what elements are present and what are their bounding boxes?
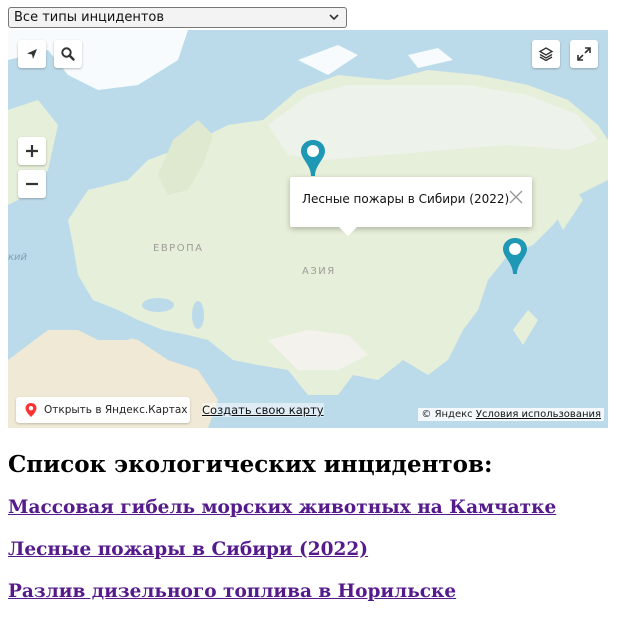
chevron-down-icon	[329, 14, 339, 21]
location-pin-icon	[25, 403, 37, 417]
geolocation-icon	[27, 49, 37, 59]
zoom-in-button[interactable]	[18, 137, 46, 165]
list-item: Массовая гибель морских животных на Камч…	[8, 497, 556, 539]
list-item: Лесные пожары в Сибири (2022)	[8, 539, 556, 581]
list-item: Разлив дизельного топлива в Норильске	[8, 581, 556, 623]
map-copyright: © Яндекс Условия использования	[418, 408, 604, 421]
map-balloon: Лесные пожары в Сибири (2022)	[290, 177, 532, 236]
map-search-button[interactable]	[54, 40, 82, 68]
map-pin-kamchatka[interactable]	[501, 236, 529, 276]
zoom-out-icon	[26, 182, 38, 186]
close-icon[interactable]	[508, 189, 524, 205]
open-in-yandex-button[interactable]: Открыть в Яндекс.Картах	[16, 397, 190, 423]
incident-link[interactable]: Лесные пожары в Сибири (2022)	[8, 539, 368, 560]
open-in-yandex-label: Открыть в Яндекс.Картах	[44, 404, 188, 416]
map-pin-norilsk[interactable]	[299, 138, 327, 178]
incident-link[interactable]: Разлив дизельного топлива в Норильске	[8, 581, 456, 602]
zoom-control	[18, 137, 46, 199]
fullscreen-icon	[577, 47, 591, 61]
layers-icon	[538, 47, 554, 62]
balloon-title: Лесные пожары в Сибири (2022)	[302, 192, 510, 206]
terms-link[interactable]: Условия использования	[476, 409, 601, 420]
geolocation-button[interactable]	[18, 40, 46, 68]
incident-type-select-value: Все типы инцидентов	[14, 10, 165, 25]
incidents-list: Массовая гибель морских животных на Камч…	[8, 497, 556, 623]
yandex-map[interactable]: ЕВРОПА АЗИЯ кий Лесные пожары в Сибири (…	[8, 30, 608, 428]
incidents-heading: Список экологических инцидентов:	[8, 451, 493, 478]
incident-link[interactable]: Массовая гибель морских животных на Камч…	[8, 497, 556, 518]
region-label-edge: кий	[8, 252, 28, 263]
zoom-out-button[interactable]	[18, 170, 46, 198]
zoom-in-icon	[26, 145, 38, 157]
region-label-asia: АЗИЯ	[302, 266, 336, 277]
region-label-europe: ЕВРОПА	[153, 243, 204, 254]
create-map-link[interactable]: Создать свою карту	[202, 403, 324, 417]
copyright-text: © Яндекс	[421, 409, 473, 420]
fullscreen-button[interactable]	[570, 40, 598, 68]
balloon-tail	[338, 226, 358, 236]
incident-type-select[interactable]: Все типы инцидентов	[8, 7, 347, 28]
search-icon	[61, 47, 75, 61]
layers-button[interactable]	[532, 40, 560, 68]
map-background	[8, 30, 608, 428]
